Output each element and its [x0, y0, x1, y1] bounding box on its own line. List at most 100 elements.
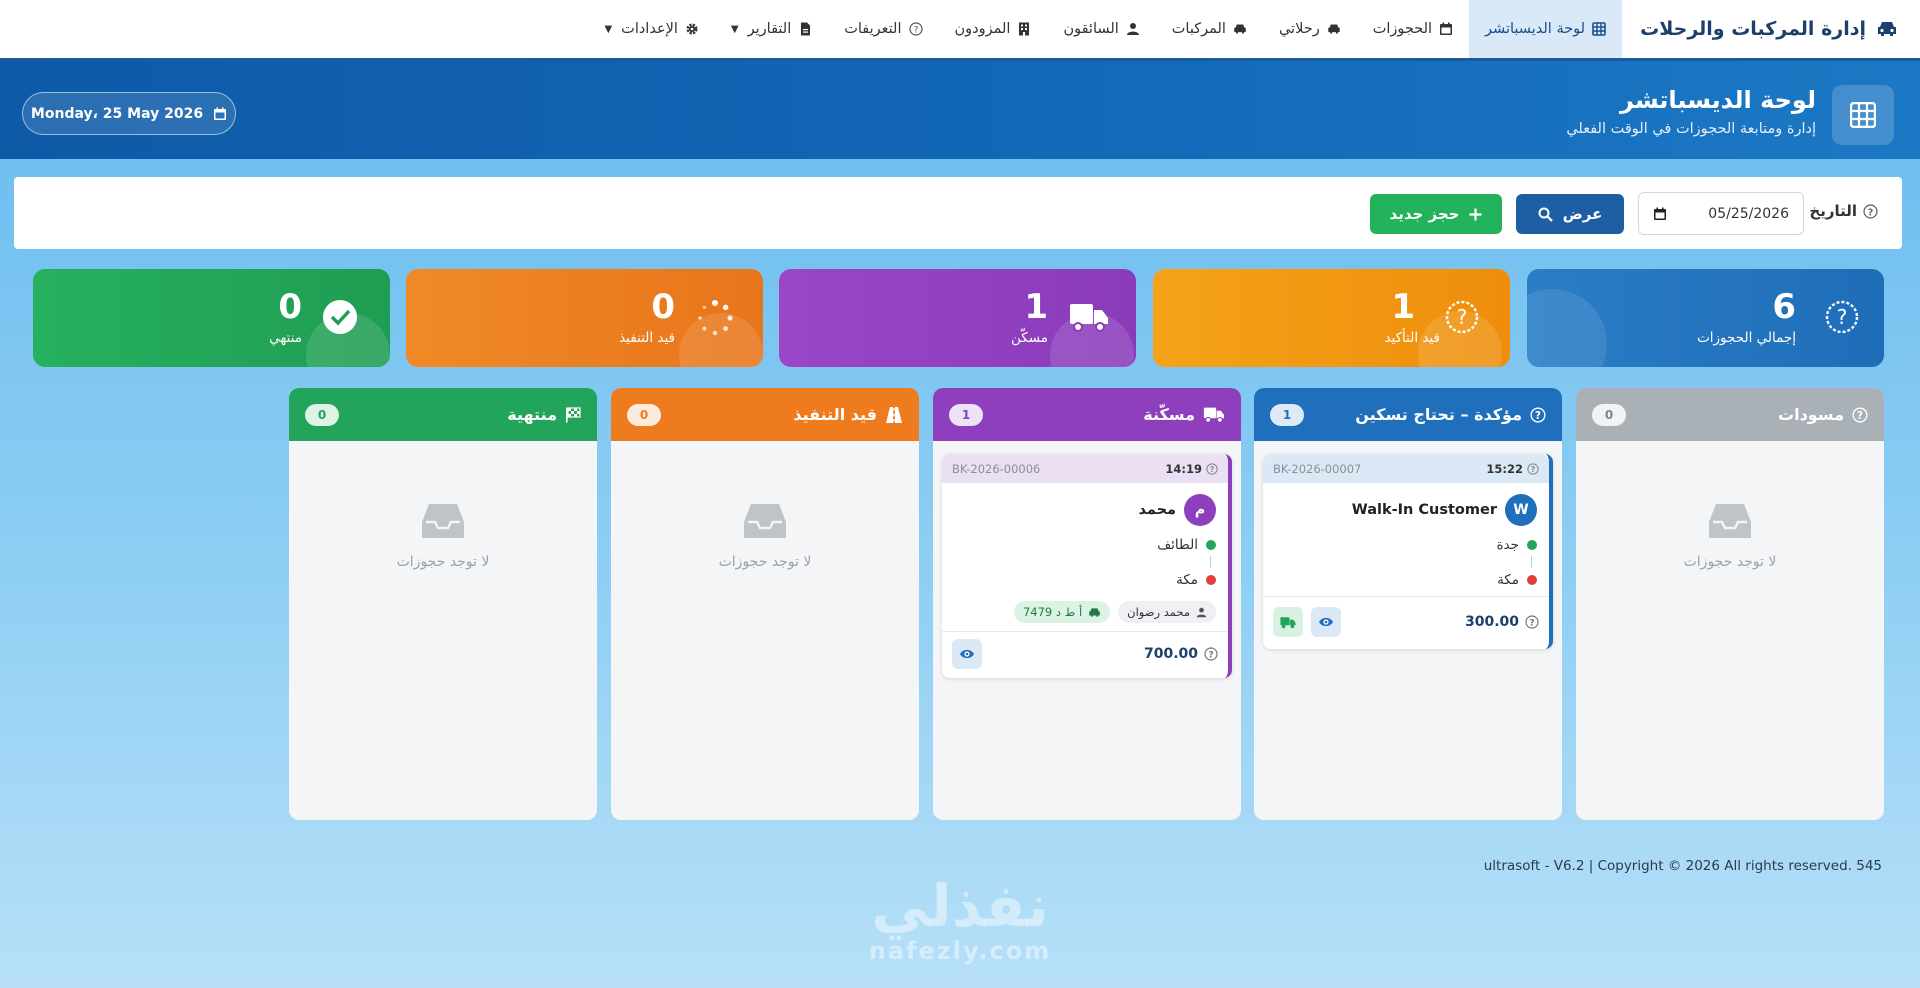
question-circle-icon: ?: [1825, 300, 1859, 334]
column-header: منتهية 0: [289, 388, 597, 441]
caret-down-icon: ▼: [730, 23, 739, 35]
stat-value: 6: [1772, 287, 1796, 327]
route-line: [1531, 556, 1532, 568]
pickup-dot-icon: [1527, 540, 1537, 550]
svg-text:?: ?: [1857, 410, 1863, 422]
column-count: 0: [627, 403, 661, 426]
booking-card[interactable]: BK-2026-00007 15:22 ? W Walk-In Customer…: [1263, 454, 1553, 649]
caret-down-icon: ▼: [604, 23, 613, 35]
road-icon: [886, 406, 902, 423]
avatar: م: [1184, 494, 1216, 526]
nav-label: المزودون: [954, 21, 1011, 37]
stat-value: 0: [651, 287, 675, 327]
column-count: 1: [949, 403, 983, 426]
question-circle-icon: ?: [1445, 300, 1479, 334]
nav-item-drivers[interactable]: السائقون: [1047, 0, 1155, 58]
question-icon: ?: [1527, 462, 1539, 475]
nav-item-dispatcher[interactable]: لوحة الديسباتشر: [1469, 0, 1623, 58]
building-icon: [1019, 22, 1030, 36]
vehicle-tag: أ ط د 7479: [1013, 601, 1111, 623]
nav-label: المركبات: [1171, 21, 1226, 37]
calendar-icon: [1440, 22, 1453, 35]
date-filter-label: ? التاريخ: [1809, 202, 1878, 220]
booking-code: BK-2026-00006: [952, 461, 1041, 476]
page-header: لوحة الديسباتشر إدارة ومتابعة الحجوزات ف…: [0, 61, 1920, 159]
nav-item-reports[interactable]: التقارير ▼: [715, 0, 828, 58]
nav-item-settings[interactable]: الإعدادات ▼: [588, 0, 714, 58]
booking-time: 14:19: [1165, 461, 1202, 476]
car-icon: [1327, 24, 1340, 34]
assign-vehicle-button[interactable]: [1273, 607, 1303, 637]
nav-item-my-trips[interactable]: رحلاتي: [1263, 0, 1357, 58]
booking-card[interactable]: BK-2026-00006 14:19 ? م محمد الطائف مكة …: [942, 454, 1232, 678]
nav-label: رحلاتي: [1278, 21, 1320, 37]
car-icon: [1878, 22, 1896, 36]
new-booking-button[interactable]: حجز جديد: [1370, 194, 1502, 234]
nav-item-providers[interactable]: المزودون: [939, 0, 1048, 58]
question-icon: ?: [1530, 406, 1546, 423]
customer-name: Walk-In Customer: [1351, 502, 1497, 518]
stat-value: 1: [1024, 287, 1048, 327]
nav-item-definitions[interactable]: ? التعريفات: [828, 0, 938, 58]
view-button[interactable]: [952, 639, 982, 669]
question-icon: ?: [1525, 615, 1539, 629]
empty-text: لا توجد حجوزات: [718, 554, 812, 570]
question-icon: ?: [1852, 406, 1868, 423]
route-line: [1210, 556, 1211, 568]
column-title: مؤكدة – تحتاج تسكين: [1355, 405, 1522, 424]
column-header: قيد التنفيذ 0: [611, 388, 919, 441]
view-button[interactable]: [1311, 607, 1341, 637]
brand[interactable]: إدارة المركبات والرحلات: [1622, 0, 1920, 58]
date-filter-value: 05/25/2026: [1708, 205, 1789, 222]
calendar-icon[interactable]: [1653, 207, 1667, 221]
truck-icon: [1203, 407, 1225, 423]
question-icon: ?: [908, 22, 923, 36]
stat-label: منتهي: [269, 330, 302, 346]
svg-text:?: ?: [913, 26, 918, 36]
customer-row: W Walk-In Customer: [1352, 494, 1537, 526]
eye-icon: [1319, 617, 1333, 627]
dropoff-dot-icon: [1206, 575, 1216, 585]
car-icon: [1089, 607, 1100, 617]
empty-text: لا توجد حجوزات: [396, 554, 490, 570]
column-drafts: ? مسودات 0 لا توجد حجوزات: [1576, 388, 1884, 820]
nav-label: لوحة الديسباتشر: [1485, 21, 1586, 37]
pickup-dot-icon: [1206, 540, 1216, 550]
column-count: 0: [305, 403, 339, 426]
nav-item-bookings[interactable]: الحجوزات: [1357, 0, 1469, 58]
page-title: لوحة الديسباتشر: [1620, 86, 1816, 114]
svg-text:?: ?: [1208, 651, 1213, 661]
empty-state: لا توجد حجوزات: [289, 502, 597, 570]
svg-text:?: ?: [1529, 619, 1534, 629]
assignment-tags: محمد رضوان أ ط د 7479: [1013, 601, 1216, 623]
nav-label: الإعدادات: [621, 21, 678, 37]
stat-assigned: 1 مسكّن: [779, 269, 1136, 367]
gear-icon: [686, 23, 698, 35]
empty-text: لا توجد حجوزات: [1683, 554, 1777, 570]
footer-copyright: ultrasoft - V6.2 | Copyright © 2026 All …: [1483, 858, 1882, 874]
user-icon: [1196, 607, 1207, 617]
column-header: ? مؤكدة – تحتاج تسكين 1: [1254, 388, 1562, 441]
grid-icon: [1592, 22, 1606, 36]
svg-text:?: ?: [1535, 410, 1541, 422]
column-title: مسودات: [1778, 405, 1844, 424]
current-date-badge: Monday، 25 May 2026: [22, 92, 236, 135]
stat-value: 0: [278, 287, 302, 327]
column-header: ? مسودات 0: [1576, 388, 1884, 441]
date-filter-input[interactable]: 05/25/2026: [1638, 192, 1804, 235]
nav-label: السائقون: [1063, 21, 1119, 37]
svg-text:?: ?: [1457, 305, 1468, 329]
show-button[interactable]: عرض: [1516, 194, 1624, 234]
current-date: Monday، 25 May 2026: [30, 105, 204, 122]
stat-value: 1: [1391, 287, 1415, 327]
nav-item-vehicles[interactable]: المركبات: [1156, 0, 1263, 58]
avatar: W: [1505, 494, 1537, 526]
eye-icon: [960, 649, 974, 659]
column-count: 0: [1592, 403, 1626, 426]
spinner-icon: [698, 300, 733, 336]
brand-title: إدارة المركبات والرحلات: [1640, 18, 1866, 40]
flag-checkered-icon: [566, 406, 581, 422]
customer-name: محمد: [1138, 502, 1176, 518]
check-circle-icon: [323, 300, 357, 334]
empty-state: لا توجد حجوزات: [1576, 502, 1884, 570]
